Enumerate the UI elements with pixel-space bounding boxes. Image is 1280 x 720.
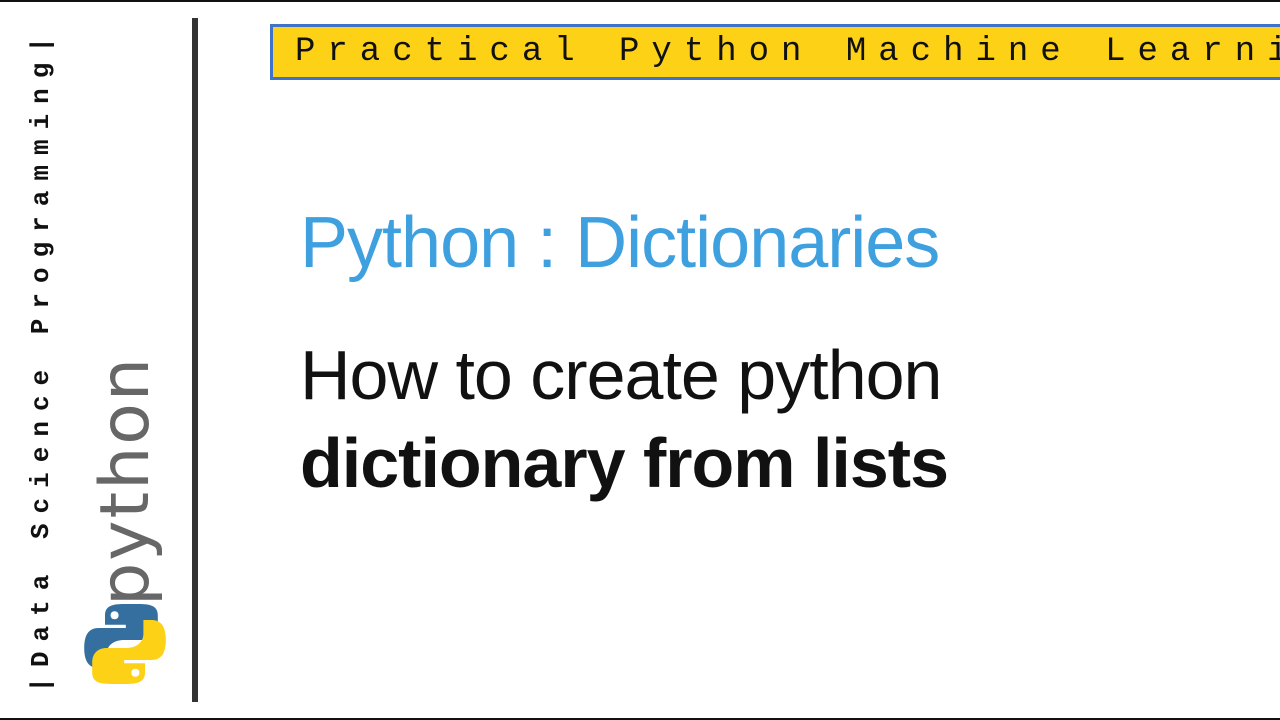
python-brand-column: python bbox=[70, 2, 180, 718]
subtitle: How to create python dictionary from lis… bbox=[300, 332, 1240, 507]
banner-title: Practical Python Machine Learning bbox=[270, 24, 1280, 80]
vertical-divider bbox=[192, 18, 198, 702]
subtitle-line1: How to create python bbox=[300, 336, 941, 414]
python-word: python bbox=[86, 356, 165, 606]
main-content: Python : Dictionaries How to create pyth… bbox=[300, 202, 1240, 507]
subtitle-line2: dictionary from lists bbox=[300, 424, 948, 502]
topic-title: Python : Dictionaries bbox=[300, 202, 1240, 284]
sidebar-label-column: |Data Science Programming| bbox=[22, 2, 60, 718]
python-logo-icon bbox=[81, 600, 169, 688]
slide: |Data Science Programming| python Practi… bbox=[0, 0, 1280, 720]
sidebar-vertical-text: |Data Science Programming| bbox=[26, 27, 56, 693]
